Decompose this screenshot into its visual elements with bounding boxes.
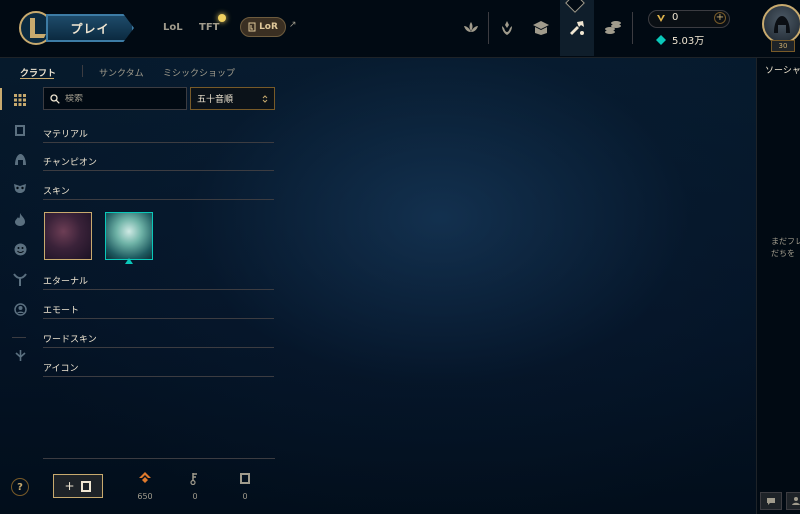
mask-icon[interactable] [11, 180, 29, 198]
category-label: エモート [43, 306, 80, 316]
lor-icon [248, 22, 256, 32]
category-eternal[interactable]: エターナル [43, 276, 274, 290]
play-button-label: プレイ [70, 21, 110, 36]
rp-display: 0 [656, 12, 678, 23]
blue-essence-icon [656, 34, 666, 45]
chest-counter: 0 [233, 472, 257, 501]
store-icon[interactable] [596, 10, 630, 46]
category-skin[interactable]: スキン [43, 186, 274, 200]
orange-essence-icon [133, 472, 157, 486]
profile-icon[interactable] [11, 300, 29, 318]
play-button[interactable]: プレイ [46, 14, 134, 42]
category-label: アイコン [43, 364, 79, 374]
subnav-divider [82, 65, 83, 77]
category-champion[interactable]: チャンピオン [43, 157, 274, 171]
sort-value: 五十音順 [197, 95, 234, 105]
chest-icon[interactable] [11, 121, 29, 139]
nav-tft[interactable]: TFT [199, 22, 219, 33]
chest-icon [233, 472, 257, 486]
category-label: エターナル [43, 277, 89, 287]
chest-icon [80, 480, 91, 492]
key-counter: 0 [183, 472, 207, 501]
category-label: チャンピオン [43, 158, 97, 168]
bottom-divider [43, 458, 275, 459]
category-emote[interactable]: エモート [43, 305, 274, 319]
search-field[interactable] [43, 87, 187, 110]
category-ward-skin[interactable]: ワードスキン [43, 334, 274, 348]
skin-shard-tile[interactable] [105, 212, 153, 260]
topbar-divider [632, 12, 633, 44]
essence-counter: 650 [133, 472, 157, 501]
tab-mythic-shop[interactable]: ミシックショップ [163, 66, 235, 79]
chevron-updown-icon [262, 94, 268, 103]
flame-icon[interactable] [11, 210, 29, 228]
helmet-icon[interactable] [11, 150, 29, 168]
category-label: スキン [43, 187, 70, 197]
search-input[interactable] [65, 93, 175, 104]
topbar-divider [488, 12, 489, 44]
rail-divider [12, 337, 26, 338]
key-icon [183, 472, 207, 486]
rank-icon[interactable] [490, 10, 524, 46]
nav-lor[interactable]: LoR [240, 17, 286, 37]
nav-lol[interactable]: LoL [163, 22, 183, 33]
add-chest-button[interactable]: + [53, 474, 103, 498]
rail-active-indicator [0, 88, 2, 110]
lor-label: LoR [259, 22, 278, 32]
essence-count: 650 [137, 492, 153, 501]
grid-icon[interactable] [11, 91, 29, 109]
collection-icon[interactable] [524, 10, 558, 46]
lotus-icon[interactable] [454, 10, 488, 46]
category-label: マテリアル [43, 130, 88, 140]
be-display: 5.03万 [656, 32, 704, 47]
emote-icon[interactable] [11, 240, 29, 258]
sort-dropdown[interactable]: 五十音順 [190, 87, 275, 110]
notification-dot [218, 14, 226, 22]
selected-marker [125, 258, 133, 264]
be-amount: 5.03万 [672, 36, 705, 47]
social-panel [756, 58, 800, 514]
rp-icon [657, 14, 665, 22]
chest-count: 0 [242, 492, 248, 501]
add-chest-label: + [64, 479, 75, 493]
help-button[interactable]: ? [11, 478, 29, 496]
skin-shard-tile[interactable] [44, 212, 92, 260]
category-material[interactable]: マテリアル [43, 129, 274, 143]
rune-icon[interactable] [11, 346, 29, 364]
tab-sanctum[interactable]: サンクタム [99, 66, 144, 79]
buy-rp-button[interactable]: + [714, 12, 726, 24]
rp-amount: 0 [672, 12, 679, 23]
external-link-icon: ↗ [289, 20, 297, 30]
active-tab-underline [20, 78, 54, 79]
search-icon [50, 93, 60, 104]
ward-icon[interactable] [11, 270, 29, 288]
category-label: ワードスキン [43, 335, 97, 345]
key-count: 0 [192, 492, 198, 501]
category-icon[interactable]: アイコン [43, 363, 274, 377]
